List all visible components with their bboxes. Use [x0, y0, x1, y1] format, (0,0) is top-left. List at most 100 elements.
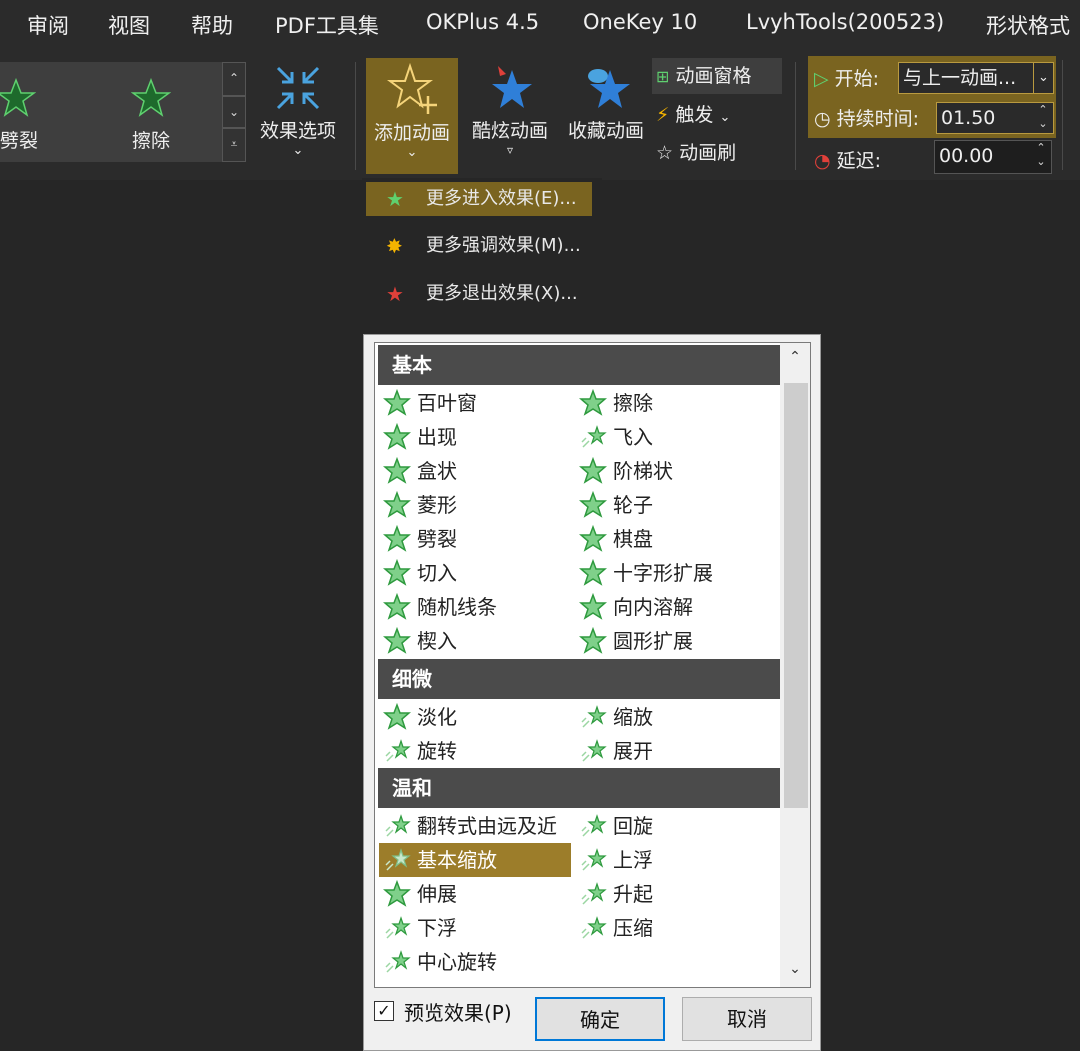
effect-item-selected[interactable]: 基本缩放 [379, 843, 571, 877]
effect-item[interactable]: 展开 [575, 734, 653, 768]
chevron-down-icon[interactable]: ⌄ [1033, 63, 1053, 93]
duration-stepper[interactable]: 01.50 ⌃ ⌄ [936, 102, 1054, 134]
divider [355, 62, 356, 170]
menu-more-entrance[interactable]: ★ 更多进入效果(E)... [366, 182, 592, 216]
effect-label: 劈裂 [417, 527, 457, 551]
spin-arrows-icon[interactable]: ⌃ ⌄ [1033, 141, 1049, 169]
effect-item[interactable]: 十字形扩展 [575, 556, 713, 590]
cloud-star-icon [588, 69, 630, 108]
shrink-arrows-icon [276, 66, 320, 110]
effect-star-icon [579, 389, 607, 416]
gallery-scroll-up[interactable]: ⌃ [222, 62, 246, 96]
yellow-star-icon: ✸ [386, 234, 403, 258]
start-label-text: 开始: [834, 68, 880, 90]
effect-item[interactable]: 升起 [575, 877, 653, 911]
effect-item[interactable]: 阶梯状 [575, 454, 673, 488]
menu-help[interactable]: 帮助 [191, 10, 233, 40]
gallery-label: 劈裂 [0, 130, 39, 152]
effect-item[interactable]: 下浮 [379, 911, 457, 945]
animation-painter-button[interactable]: ☆ 动画刷 [656, 138, 736, 168]
menu-onekey[interactable]: OneKey 10 [583, 10, 697, 34]
effect-label: 十字形扩展 [613, 561, 713, 585]
effect-item[interactable]: 擦除 [575, 386, 653, 420]
effect-star-icon [385, 814, 411, 837]
add-animation-button[interactable]: 添加动画 ⌄ [366, 58, 458, 174]
cool-animation-button[interactable]: 酷炫动画 ▿ [464, 62, 556, 170]
effect-item[interactable]: 淡化 [379, 700, 457, 734]
menu-pdf-tools[interactable]: PDF工具集 [275, 10, 379, 40]
effect-star-icon [581, 705, 607, 728]
fav-animation-button[interactable]: 收藏动画 [560, 62, 652, 170]
animation-pane-button[interactable]: ⊞ 动画窗格 [652, 58, 782, 94]
effect-item[interactable]: 百叶窗 [379, 386, 477, 420]
effect-star-icon [581, 814, 607, 837]
effect-item[interactable]: 随机线条 [379, 590, 497, 624]
cool-animation-label: 酷炫动画 [471, 120, 548, 142]
effect-item[interactable]: 伸展 [379, 877, 457, 911]
effect-label: 缩放 [613, 705, 653, 729]
scrollbar-thumb[interactable] [784, 383, 808, 808]
trigger-button[interactable]: ⚡ 触发 ⌄ [656, 100, 730, 130]
menu-shape-format[interactable]: 形状格式 [986, 10, 1070, 40]
menu-okplus[interactable]: OKPlus 4.5 [426, 10, 539, 34]
effect-item[interactable]: 中心旋转 [379, 945, 497, 979]
menu-more-exit[interactable]: ★ 更多退出效果(X)... [366, 277, 606, 311]
effect-item[interactable]: 回旋 [575, 809, 653, 843]
menu-item-label: 更多进入效果(E)... [426, 188, 577, 209]
preview-checkbox[interactable]: ✓ [374, 1001, 394, 1021]
effect-item[interactable]: 飞入 [575, 420, 653, 454]
effect-label: 擦除 [613, 391, 653, 415]
cancel-button[interactable]: 取消 [682, 997, 812, 1041]
effect-star-icon [579, 627, 607, 654]
section-subtle: 细微 [378, 659, 780, 699]
animation-pane-label: 动画窗格 [675, 65, 752, 87]
star-icon [131, 78, 171, 117]
gallery-expand[interactable]: ⩡ [222, 128, 246, 162]
spin-arrows-icon[interactable]: ⌃ ⌄ [1035, 103, 1051, 131]
timer-icon: ◔ [814, 150, 831, 172]
effect-item[interactable]: 棋盘 [575, 522, 653, 556]
effect-item[interactable]: 切入 [379, 556, 457, 590]
effect-item[interactable]: 盒状 [379, 454, 457, 488]
effect-label: 基本缩放 [417, 848, 497, 872]
list-scrollbar[interactable]: ⌃ ⌄ [780, 343, 810, 987]
effect-item[interactable]: 向内溶解 [575, 590, 693, 624]
delay-label: ◔ 延迟: [814, 146, 881, 173]
delay-label-text: 延迟: [836, 150, 882, 172]
scroll-up-icon[interactable]: ⌃ [780, 349, 810, 365]
ok-button[interactable]: 确定 [535, 997, 665, 1041]
effect-item[interactable]: 劈裂 [379, 522, 457, 556]
effect-star-icon [579, 559, 607, 586]
effect-label: 伸展 [417, 882, 457, 906]
effect-star-icon [579, 457, 607, 484]
effect-options-button[interactable]: 效果选项 ⌄ [252, 62, 344, 170]
effect-item[interactable]: 出现 [379, 420, 457, 454]
gallery-scroll-down[interactable]: ⌄ [222, 96, 246, 128]
green-star-icon: ★ [386, 187, 404, 211]
menu-review[interactable]: 审阅 [27, 10, 69, 40]
effect-item[interactable]: 缩放 [575, 700, 653, 734]
effect-item[interactable]: 圆形扩展 [575, 624, 693, 658]
effect-star-icon [581, 848, 607, 871]
effect-item[interactable]: 翻转式由远及近 [379, 809, 557, 843]
effect-item[interactable]: 上浮 [575, 843, 653, 877]
effect-star-icon [385, 950, 411, 973]
gallery-item-split[interactable]: 劈裂 [0, 62, 70, 162]
menu-view[interactable]: 视图 [108, 10, 150, 40]
delay-stepper[interactable]: 00.00 ⌃ ⌄ [934, 140, 1052, 174]
scroll-down-icon[interactable]: ⌄ [780, 961, 810, 977]
effect-item[interactable]: 楔入 [379, 624, 457, 658]
effect-star-icon [581, 739, 607, 762]
effect-label: 圆形扩展 [613, 629, 693, 653]
effect-star-icon [383, 627, 411, 654]
gallery-item-wipe[interactable]: 擦除 [96, 62, 206, 162]
effect-item[interactable]: 轮子 [575, 488, 653, 522]
effect-item[interactable]: 旋转 [379, 734, 457, 768]
effect-label: 压缩 [613, 916, 653, 940]
menu-more-emphasis[interactable]: ✸ 更多强调效果(M)... [366, 229, 606, 263]
effect-item[interactable]: 压缩 [575, 911, 653, 945]
menu-lvyhtools[interactable]: LvyhTools(200523) [746, 10, 944, 34]
start-select[interactable]: 与上一动画... ⌄ [898, 62, 1054, 94]
effect-label: 切入 [417, 561, 457, 585]
effect-item[interactable]: 菱形 [379, 488, 457, 522]
